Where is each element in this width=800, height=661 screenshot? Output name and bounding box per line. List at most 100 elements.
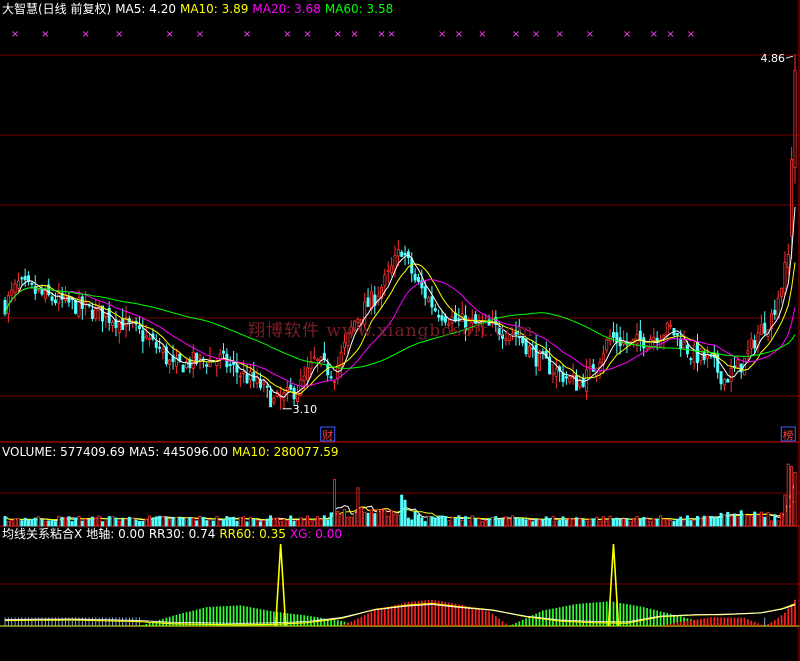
volume-bar — [215, 516, 219, 527]
volume-bar — [148, 515, 152, 527]
candle-body — [578, 379, 582, 388]
volume-bar — [306, 515, 310, 527]
candle-body — [265, 385, 269, 388]
volume-bar — [413, 511, 417, 527]
volume-bar — [164, 516, 168, 527]
volume-bar — [312, 520, 316, 527]
candle-body — [635, 334, 639, 345]
candle-body — [393, 255, 397, 270]
volume-value: VOLUME: 577409.69 — [2, 445, 125, 459]
volume-bar — [780, 512, 784, 527]
candle-body — [332, 381, 336, 383]
low-price-label: 3.10 — [293, 403, 318, 416]
volume-bar — [346, 516, 350, 527]
candle-body — [773, 309, 777, 315]
candle-body — [30, 282, 34, 285]
volume-bar — [373, 513, 377, 527]
indicator-bars — [4, 599, 796, 626]
volume-bar — [396, 514, 400, 527]
candle-body — [148, 338, 152, 341]
volume-bar — [406, 517, 410, 527]
high-price-arrow — [785, 55, 794, 59]
volume-bar — [282, 518, 286, 527]
volume-bar — [3, 516, 7, 527]
volume-bar — [437, 515, 441, 527]
watermark: 翔博软件 www.xiangbosoft.com — [248, 321, 534, 341]
volume-bar — [222, 519, 226, 527]
volume-bar — [759, 511, 763, 527]
volume-bar — [43, 520, 47, 527]
volume-bar — [568, 517, 572, 527]
volume-bar — [27, 519, 31, 527]
volume-bar — [20, 520, 24, 527]
volume-bar — [208, 519, 212, 527]
volume-bar — [517, 518, 521, 527]
volume-bar — [611, 518, 615, 527]
volume-bar — [490, 516, 494, 527]
candle-body — [228, 364, 232, 366]
volume-bar — [632, 518, 636, 527]
volume-bar — [332, 479, 336, 527]
candle-body — [729, 368, 733, 382]
candle-body — [302, 375, 306, 382]
volume-bar — [386, 515, 390, 527]
volume-bar — [420, 517, 424, 527]
volume-bar — [188, 517, 192, 527]
volume-ma10-line — [4, 499, 796, 521]
volume-bar — [729, 515, 733, 527]
candle-body — [222, 350, 226, 354]
volume-bar — [356, 487, 360, 527]
volume-bar — [309, 520, 313, 527]
volume-bar — [790, 465, 794, 527]
top-marker: × — [166, 29, 174, 40]
volume-bar — [366, 512, 370, 527]
volume-bar — [67, 516, 71, 527]
candle-body — [272, 397, 276, 404]
volume-bar — [13, 518, 17, 527]
volume-bar — [107, 516, 111, 527]
volume-bar — [753, 511, 757, 527]
candle-body — [50, 296, 54, 301]
candle-body — [181, 364, 185, 373]
top-marker: × — [334, 29, 342, 40]
volume-bar — [527, 519, 531, 527]
candle-body — [531, 347, 535, 350]
candle-body — [403, 252, 407, 256]
top-marker: × — [455, 29, 463, 40]
volume-bar — [272, 517, 276, 527]
volume-bar — [53, 521, 57, 527]
volume-bar — [598, 520, 602, 527]
volume-ma5-legend: MA5: 445096.00 — [129, 445, 228, 459]
volume-bar — [383, 509, 387, 527]
top-marker: × — [377, 29, 385, 40]
volume-bar — [423, 521, 427, 527]
volume-bar — [211, 520, 215, 527]
volume-bar — [124, 518, 128, 527]
candle-body — [605, 339, 609, 351]
candle-body — [638, 330, 642, 341]
candle-body — [527, 345, 531, 357]
price-annotations: × × × × × × × × × × × × × × × × × × × × × × × ×4.863.10财榜 — [11, 29, 796, 442]
candle-body — [669, 324, 673, 327]
indicator-legend: 均线关系粘合X 地轴: 0.00 RR30: 0.74 RR60: 0.35 XG: 0… — [2, 527, 346, 541]
candle-body — [400, 251, 404, 257]
diaxis-legend: 地轴: 0.00 — [86, 527, 145, 541]
top-marker: × — [196, 29, 204, 40]
volume-bar — [430, 516, 434, 527]
volume-bar — [87, 519, 91, 527]
volume-bar — [548, 518, 552, 527]
candle-body — [262, 381, 266, 385]
volume-bar — [77, 516, 81, 527]
event-marker: 榜 — [783, 428, 794, 442]
volume-bar — [262, 520, 266, 527]
volume-bar — [151, 517, 155, 527]
volume-bar — [669, 520, 673, 527]
volume-bar — [618, 518, 622, 527]
volume-bar — [608, 515, 612, 527]
volume-bar — [292, 520, 296, 527]
volume-bar — [134, 519, 138, 527]
top-marker: × — [586, 29, 594, 40]
candle-body — [699, 348, 703, 362]
volume-bar — [104, 520, 108, 527]
volume-bar — [685, 515, 689, 527]
